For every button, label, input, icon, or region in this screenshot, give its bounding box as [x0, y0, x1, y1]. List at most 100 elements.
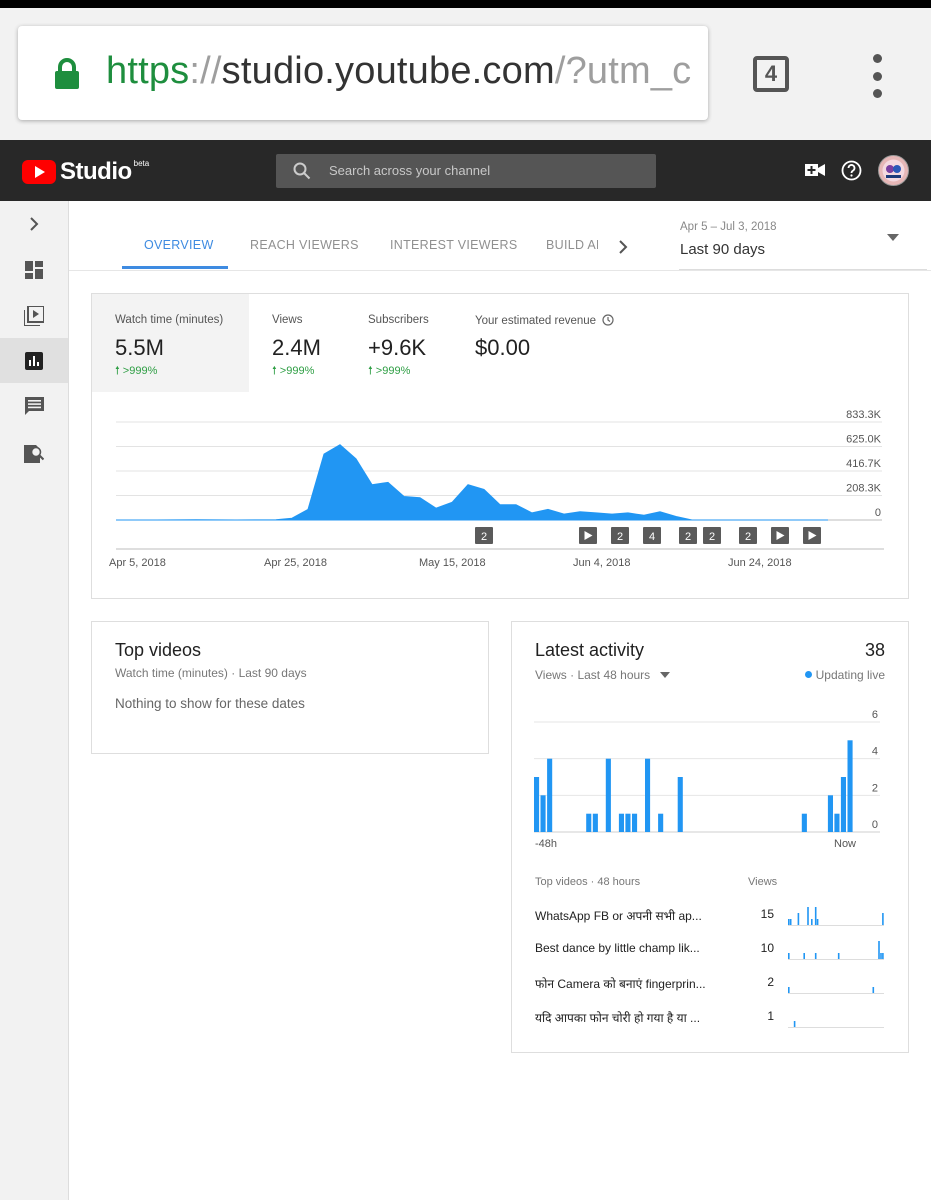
- metric-label: Watch time (minutes): [115, 314, 224, 326]
- comments-icon: [24, 397, 44, 415]
- activity-bar: [586, 813, 592, 832]
- views-column-header: Views: [748, 876, 778, 888]
- y-tick-label: 416.7K: [846, 458, 882, 470]
- sidebar-item-analytics[interactable]: [0, 338, 68, 383]
- date-range-text: Apr 5 – Jul 3, 2018: [680, 221, 777, 233]
- browser-menu-icon[interactable]: [862, 54, 892, 98]
- tab-interest-viewers[interactable]: INTEREST VIEWERS: [390, 238, 518, 252]
- activity-bar: [801, 813, 807, 832]
- video-views: 15: [760, 907, 774, 921]
- metric-watch-time[interactable]: Watch time (minutes) 5.5M 🠕 >999%: [92, 294, 249, 392]
- dropdown-arrow-icon: [659, 672, 670, 678]
- youtube-play-logo-icon: [22, 160, 56, 184]
- video-views: 10: [760, 941, 774, 955]
- video-row[interactable]: फोन Camera को बनाएं fingerprin... 2: [512, 970, 908, 1000]
- video-row[interactable]: WhatsApp FB or अपनी सभी ap... 15: [512, 902, 908, 932]
- sparkline-bar: [872, 987, 875, 993]
- tabs-scroll-right-icon[interactable]: [618, 240, 628, 254]
- sidebar-item-videos[interactable]: [0, 293, 68, 338]
- video-row[interactable]: यदि आपका फोन चोरी हो गया है या ... 1: [512, 1004, 908, 1034]
- tab-overview[interactable]: OVERVIEW: [144, 238, 214, 252]
- sparkline-bar: [814, 953, 817, 959]
- video-sparkline: [788, 987, 884, 994]
- overview-card: Watch time (minutes) 5.5M 🠕 >999% Views …: [91, 293, 909, 599]
- sidebar-item-comments[interactable]: [0, 384, 68, 429]
- tab-build-audience[interactable]: BUILD AN: [546, 238, 598, 252]
- help-icon[interactable]: [841, 160, 862, 181]
- activity-bar: [540, 795, 546, 832]
- upload-count: 2: [481, 531, 487, 543]
- video-views: 2: [767, 975, 774, 989]
- main-content: OVERVIEW REACH VIEWERS INTEREST VIEWERS …: [69, 201, 931, 1200]
- y-tick-label: 0: [875, 507, 881, 519]
- up-arrow-icon: 🠕: [115, 365, 120, 377]
- tab-reach-viewers[interactable]: REACH VIEWERS: [250, 238, 359, 252]
- url-text[interactable]: https://studio.youtube.com/?utm_c: [106, 50, 691, 93]
- latest-activity-total: 38: [864, 640, 885, 660]
- metric-value: 5.5M: [115, 335, 164, 360]
- video-sparkline: [788, 907, 884, 926]
- metric-change: 🠕 >999%: [368, 362, 410, 381]
- tab-switcher-button[interactable]: 4: [753, 56, 789, 92]
- activity-bar: [827, 795, 833, 832]
- upload-marker: 2: [679, 527, 697, 544]
- metric-change: 🠕 >999%: [272, 362, 314, 381]
- sparkline-bar: [880, 953, 882, 959]
- sparkline-bar: [803, 953, 805, 959]
- x-tick-label: Jun 4, 2018: [573, 557, 631, 569]
- latest-activity-chart[interactable]: 6 4 2 0 -48h Now: [512, 704, 908, 854]
- video-sparkline: [788, 1021, 884, 1028]
- video-sparkline: [788, 941, 884, 960]
- studio-label: Studio: [60, 158, 132, 185]
- sidebar-expand-button[interactable]: [0, 201, 68, 246]
- activity-bar: [677, 777, 683, 832]
- sparkline-bar: [789, 919, 792, 925]
- watch-time-series: [116, 444, 828, 521]
- upload-marker: 2: [703, 527, 721, 544]
- x-tick-label: Now: [834, 838, 856, 850]
- metric-label: Your estimated revenue: [475, 314, 614, 327]
- create-video-icon[interactable]: [805, 162, 825, 178]
- metric-change: 🠕 >999%: [115, 362, 157, 381]
- up-arrow-icon: 🠕: [368, 365, 373, 377]
- activity-bar: [618, 813, 624, 832]
- account-avatar[interactable]: [878, 155, 909, 186]
- up-arrow-icon: 🠕: [272, 365, 277, 377]
- sparkline-bar: [882, 953, 884, 959]
- metric-views[interactable]: Views 2.4M 🠕 >999%: [249, 294, 345, 392]
- updating-live-label: Updating live: [815, 668, 885, 682]
- upload-marker: 2: [475, 527, 493, 544]
- x-tick-label: Apr 25, 2018: [264, 557, 327, 569]
- metric-value: +9.6K: [368, 335, 427, 360]
- metric-subscribers[interactable]: Subscribers +9.6K 🠕 >999%: [345, 294, 451, 392]
- top-videos-title: Top videos: [115, 640, 202, 660]
- url-path: /?utm_c: [554, 50, 692, 92]
- metric-revenue[interactable]: Your estimated revenue $0.00: [451, 294, 651, 392]
- top-videos-subtitle: Watch time (minutes) · Last 90 days: [115, 666, 307, 680]
- activity-bar: [547, 758, 553, 832]
- video-title: फोन Camera को बनाएं fingerprin...: [535, 977, 706, 991]
- sidebar-item-translations[interactable]: [0, 430, 68, 475]
- upload-marker: 4: [643, 527, 661, 544]
- watch-time-chart[interactable]: 833.3K 625.0K 416.7K 208.3K 0 2 2 4 2 2 2 Apr 5, 20…: [92, 392, 908, 572]
- url-separator: ://: [189, 50, 222, 92]
- status-bar: [0, 0, 931, 8]
- metric-dropdown[interactable]: Views · Last 48 hours: [535, 668, 670, 682]
- activity-bar: [840, 777, 846, 832]
- sparkline-bar: [878, 941, 880, 959]
- video-row[interactable]: Best dance by little champ lik... 10: [512, 936, 908, 966]
- dashboard-icon: [25, 260, 43, 279]
- youtube-studio-logo[interactable]: Studio beta: [22, 158, 149, 186]
- x-tick-label: Jun 24, 2018: [728, 557, 792, 569]
- activity-bar: [534, 777, 540, 832]
- upload-marker: [579, 527, 597, 544]
- sidebar-item-dashboard[interactable]: [0, 247, 68, 292]
- sparkline-bar: [814, 907, 817, 925]
- video-table-header: Top videos · 48 hours: [535, 876, 641, 888]
- search-input[interactable]: Search across your channel: [276, 154, 656, 188]
- analytics-icon: [25, 351, 43, 370]
- url-bar[interactable]: https://studio.youtube.com/?utm_c: [18, 26, 708, 120]
- date-selector-underline: [679, 269, 927, 270]
- y-tick-label: 2: [872, 782, 878, 794]
- sparkline-bar: [816, 919, 819, 925]
